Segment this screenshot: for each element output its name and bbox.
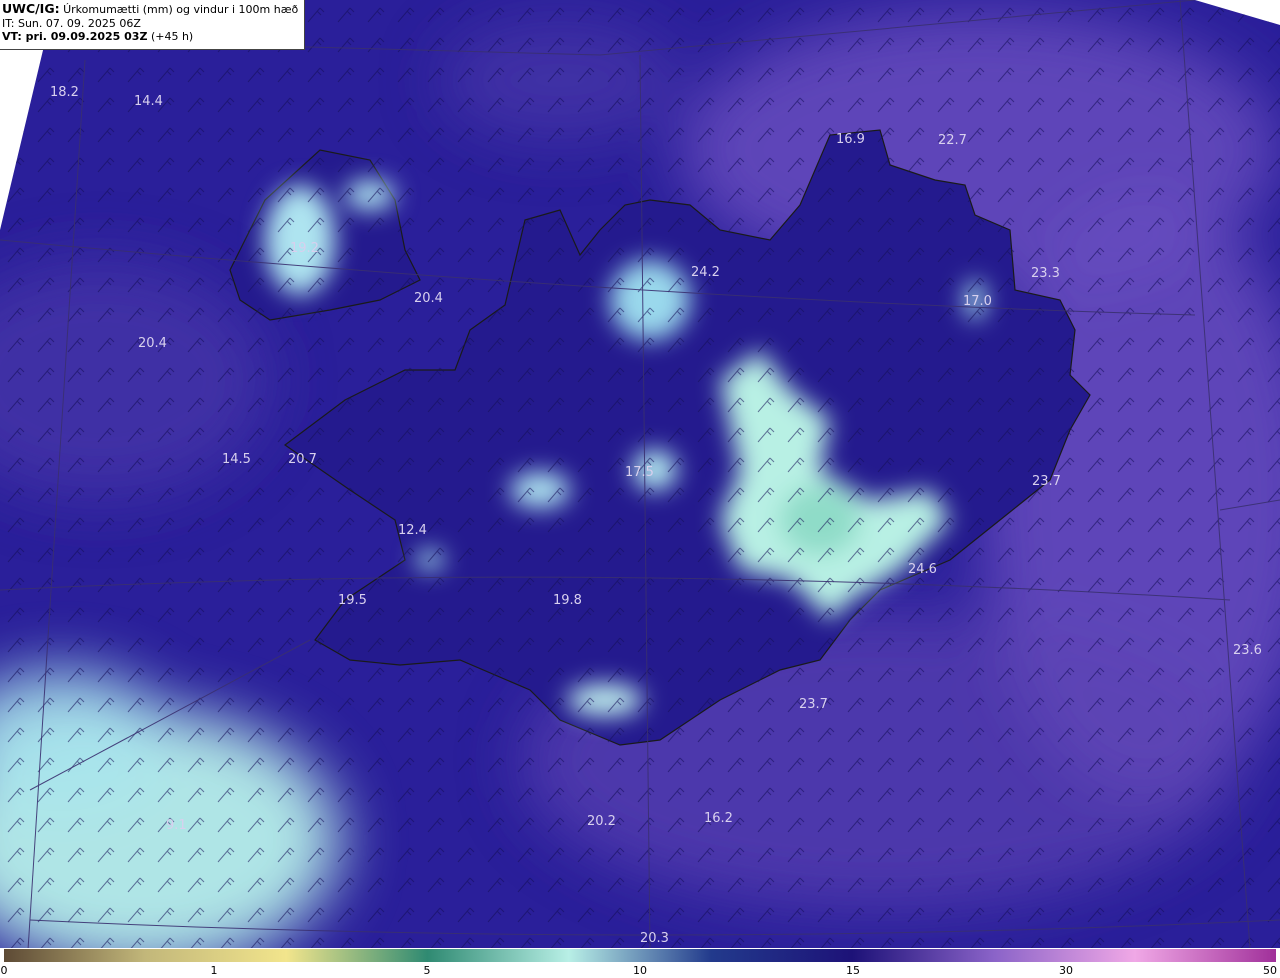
colorbar-tick: 1 (210, 964, 218, 977)
value-label: 20.4 (414, 291, 443, 306)
value-label: 17.5 (625, 465, 654, 480)
value-label: 19.2 (290, 241, 319, 256)
value-label: 9.1 (166, 818, 187, 833)
map-canvas: 18.2 14.4 16.9 22.7 19.2 24.2 23.3 17.0 20.4 20.4… (0, 0, 1280, 948)
valid-time: VT: pri. 09.09.2025 03Z (2, 30, 148, 43)
colorbar-tick: 10 (633, 964, 647, 977)
value-label: 23.7 (1032, 474, 1061, 489)
value-label: 24.6 (908, 562, 937, 577)
colorbar: 0 1 5 10 15 30 50 (0, 948, 1280, 978)
colorbar-tick: 0 (0, 964, 8, 977)
colorbar-tick: 5 (423, 964, 431, 977)
value-label: 16.9 (836, 132, 865, 147)
value-label: 20.2 (587, 814, 616, 829)
colorbar-tick: 30 (1059, 964, 1073, 977)
value-label: 12.4 (398, 523, 427, 538)
colorbar-tick: 15 (846, 964, 860, 977)
value-label: 24.2 (691, 265, 720, 280)
value-label: 19.8 (553, 593, 582, 608)
value-label: 23.3 (1031, 266, 1060, 281)
value-label: 20.7 (288, 452, 317, 467)
colorbar-tick: 50 (1263, 964, 1277, 977)
lead-time: (+45 h) (150, 30, 194, 43)
value-label: 14.5 (222, 452, 251, 467)
value-label: 14.4 (134, 94, 163, 109)
value-label: 19.5 (338, 593, 367, 608)
map-title: Úrkomumætti (mm) og vindur i 100m hæð (63, 3, 299, 16)
value-label: 20.4 (138, 336, 167, 351)
precipitation-map[interactable]: 18.2 14.4 16.9 22.7 19.2 24.2 23.3 17.0 20.4 20.4… (0, 0, 1280, 948)
model-label: UWC/IG: (2, 1, 60, 16)
value-label: 18.2 (50, 85, 79, 100)
value-label: 17.0 (963, 294, 992, 309)
init-time: IT: Sun. 07. 09. 2025 06Z (2, 16, 141, 30)
value-label: 20.3 (640, 931, 669, 946)
colorbar-gradient (4, 949, 1276, 962)
value-label: 22.7 (938, 133, 967, 148)
value-label: 23.6 (1233, 643, 1262, 658)
value-label: 23.7 (799, 697, 828, 712)
map-info-box: UWC/IG: Úrkomumætti (mm) og vindur i 100… (0, 0, 305, 50)
value-label: 16.2 (704, 811, 733, 826)
